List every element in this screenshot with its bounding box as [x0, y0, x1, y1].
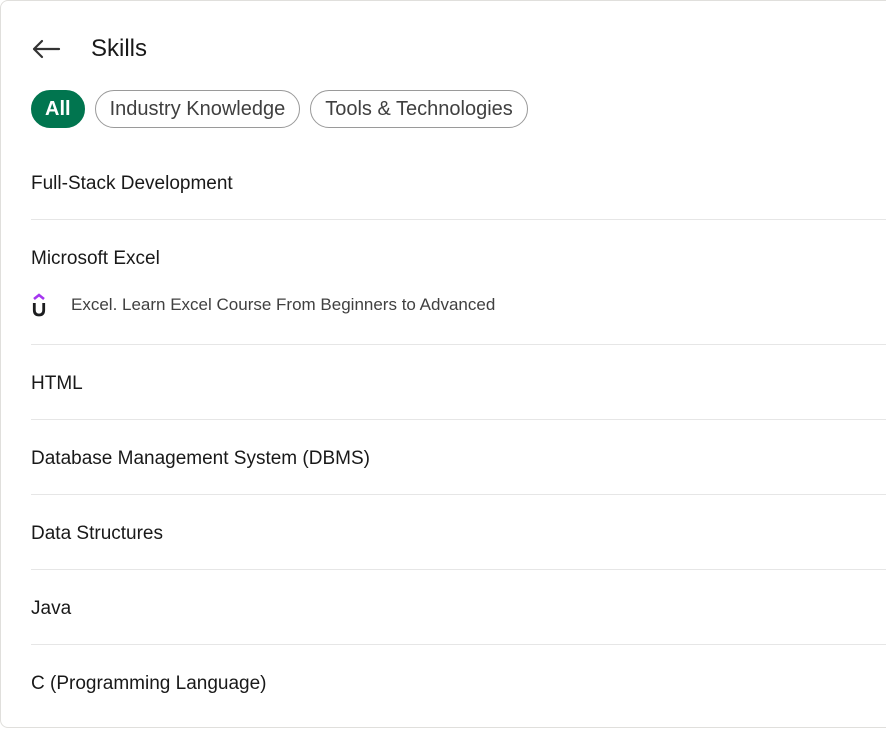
header: Skills: [31, 29, 147, 69]
list-item: Microsoft Excel Excel. Learn Excel Cours…: [31, 220, 886, 345]
list-item: C (Programming Language): [31, 645, 886, 720]
filter-all[interactable]: All: [31, 90, 85, 128]
filter-pills: All Industry Knowledge Tools & Technolog…: [31, 90, 528, 128]
skill-source[interactable]: Excel. Learn Excel Course From Beginners…: [31, 292, 886, 318]
skill-name[interactable]: Full-Stack Development: [31, 171, 886, 197]
skills-card: Skills All Industry Knowledge Tools & Te…: [0, 0, 886, 728]
arrow-left-icon: [32, 39, 61, 59]
skill-name[interactable]: C (Programming Language): [31, 671, 886, 697]
skill-name[interactable]: Java: [31, 596, 886, 622]
source-text: Excel. Learn Excel Course From Beginners…: [71, 295, 496, 314]
list-item: Database Management System (DBMS): [31, 420, 886, 495]
filter-industry-knowledge[interactable]: Industry Knowledge: [94, 90, 301, 128]
skill-name[interactable]: Microsoft Excel: [31, 246, 886, 272]
list-item: Full-Stack Development: [31, 145, 886, 220]
page-title: Skills: [91, 35, 148, 62]
list-item: HTML: [31, 345, 886, 420]
skill-name[interactable]: HTML: [31, 371, 886, 397]
list-item: Data Structures: [31, 495, 886, 570]
skill-name[interactable]: Data Structures: [31, 521, 886, 547]
skills-list: Full-Stack Development Microsoft Excel E…: [31, 145, 886, 720]
udemy-logo-icon: [31, 292, 59, 318]
list-item: Java: [31, 570, 886, 645]
back-button[interactable]: [31, 33, 63, 65]
filter-tools-technologies[interactable]: Tools & Technologies: [310, 90, 528, 128]
skill-name[interactable]: Database Management System (DBMS): [31, 446, 886, 472]
